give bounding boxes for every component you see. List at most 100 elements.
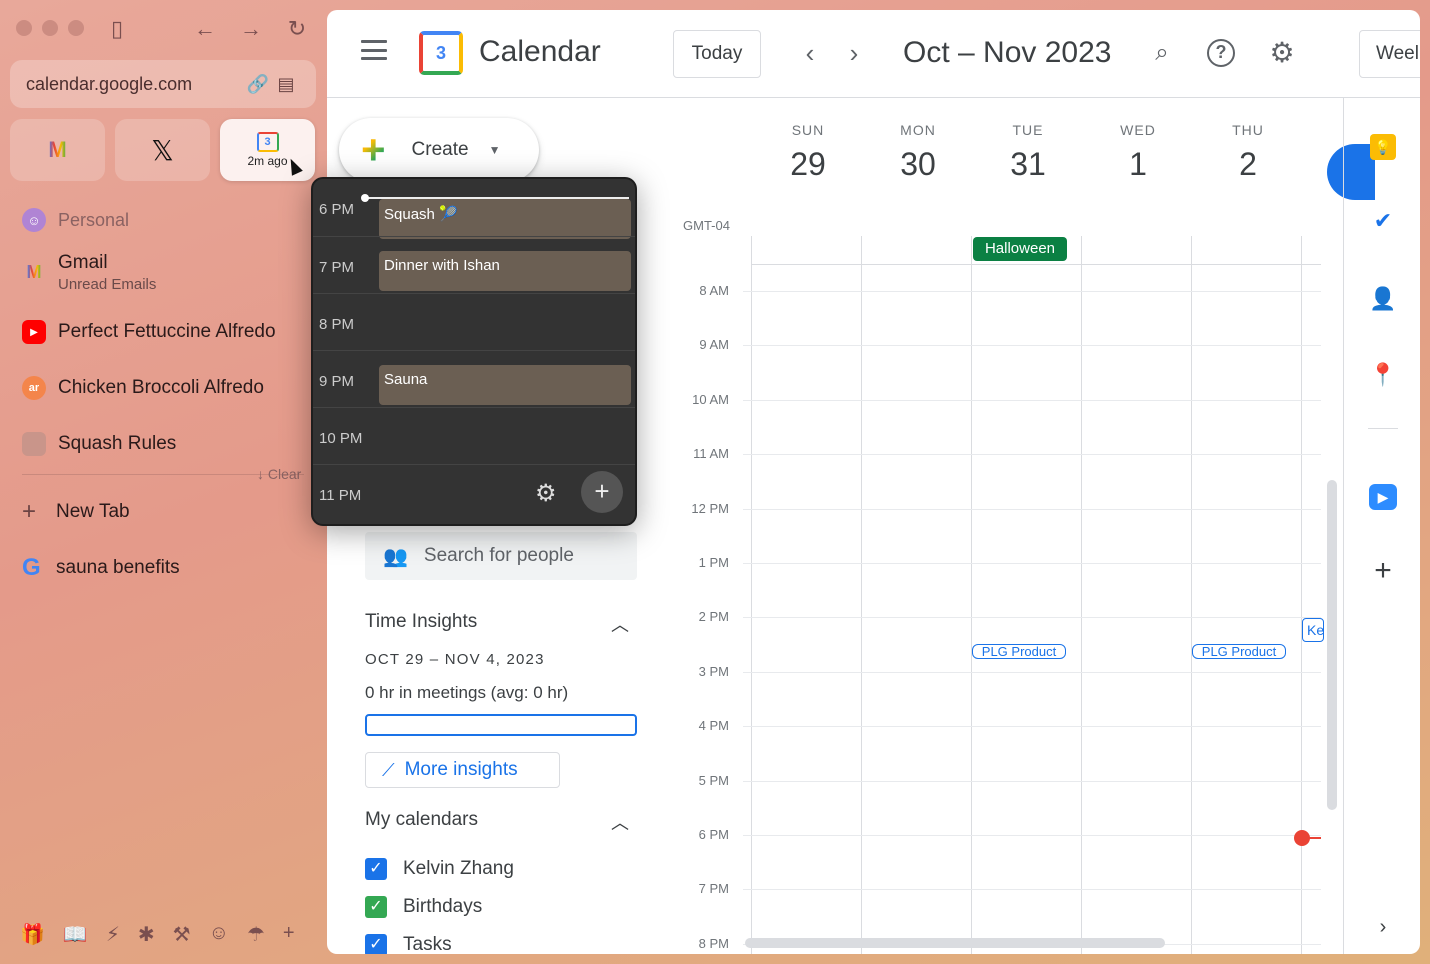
help-icon[interactable]: ? [1207, 39, 1235, 67]
vertical-scrollbar[interactable] [1327, 480, 1337, 810]
avatar-icon[interactable]: ☺ [209, 922, 229, 947]
week-grid[interactable] [743, 236, 1321, 954]
minimize-window-button[interactable] [42, 20, 58, 36]
previous-week-icon[interactable]: ‹ [795, 38, 825, 68]
hour-gridline [743, 617, 1321, 619]
popup-hour-row[interactable]: 8 PM [313, 293, 635, 350]
checkbox-checked[interactable]: ✓ [365, 934, 387, 954]
collapse-insights-icon[interactable]: ︿ [611, 611, 629, 637]
pinned-tab-calendar[interactable]: 3 2m ago [220, 119, 315, 181]
contacts-icon[interactable]: 👤 [1368, 284, 1398, 314]
tab-fettuccine[interactable]: ▶ Perfect Fettuccine Alfredo [0, 304, 327, 360]
tab-sauna-benefits[interactable]: G sauna benefits [22, 554, 180, 582]
url-text: calendar.google.com [26, 73, 193, 94]
pinned-tab-gmail[interactable]: M [10, 119, 105, 181]
gift-icon[interactable]: 🎁 [20, 922, 45, 947]
insights-range: OCT 29 – NOV 4, 2023 [365, 651, 545, 668]
day-header-mon[interactable]: MON 30 [863, 122, 973, 183]
collapse-calendars-icon[interactable]: ︿ [611, 809, 629, 835]
tab-title: Chicken Broccoli Alfredo [58, 377, 264, 398]
hour-label: 2 PM [698, 609, 729, 625]
share-icon[interactable]: ▤ [272, 74, 300, 95]
popup-settings-icon[interactable]: ⚙ [535, 479, 557, 508]
calendar-item-tasks[interactable]: ✓ Tasks [365, 934, 452, 954]
pinned-tab-x[interactable]: 𝕏 [115, 119, 210, 181]
popup-add-event-button[interactable]: + [581, 471, 623, 513]
popup-hour-row[interactable]: 10 PM [313, 407, 635, 464]
hour-label: 10 AM [692, 391, 729, 407]
tab-title: Perfect Fettuccine Alfredo [58, 321, 276, 342]
tab-gmail[interactable]: M Gmail Unread Emails [0, 240, 327, 304]
calendar-name: Kelvin Zhang [403, 858, 514, 879]
next-week-icon[interactable]: › [839, 38, 869, 68]
checkbox-checked[interactable]: ✓ [365, 896, 387, 918]
all-day-event-halloween[interactable]: Halloween [973, 237, 1067, 261]
section-personal[interactable]: ☺ Personal [0, 200, 327, 240]
hour-gridline [743, 399, 1321, 401]
search-people-input[interactable]: 👥 Search for people [365, 532, 637, 580]
side-divider [1368, 428, 1398, 429]
tab-chicken-broccoli[interactable]: ar Chicken Broccoli Alfredo [0, 360, 327, 416]
timezone-label: GMT-04 [683, 218, 730, 233]
hour-gridline [743, 780, 1321, 782]
day-header-sun[interactable]: SUN 29 [753, 122, 863, 183]
event-plg-product[interactable]: PLG Product [1192, 644, 1286, 659]
new-tab-button[interactable]: + New Tab [22, 498, 130, 526]
event-partial[interactable]: Ke [1302, 618, 1324, 642]
view-selector-button[interactable]: Weel [1359, 30, 1420, 78]
gmail-icon: M [48, 137, 67, 162]
day-header-tue[interactable]: TUE 31 [973, 122, 1083, 183]
settings-gear-icon[interactable]: ⚙ [1265, 36, 1299, 70]
tab-squash-rules[interactable]: Squash Rules [0, 416, 327, 472]
zoom-icon[interactable]: ▶ [1369, 484, 1397, 510]
checkbox-checked[interactable]: ✓ [365, 858, 387, 880]
search-icon[interactable]: ⌕ [1145, 36, 1179, 70]
reload-icon[interactable]: ↻ [282, 14, 312, 44]
popup-hour-row[interactable]: 7 PM Dinner with Ishan [313, 236, 635, 293]
x-logo-icon: 𝕏 [151, 134, 174, 166]
pinned-tabs: M 𝕏 3 2m ago [10, 119, 315, 181]
book-icon[interactable]: 📖 [63, 922, 88, 947]
popup-event[interactable]: Squash 🎾 [379, 199, 631, 239]
sidebar-bottom-bar: 🎁 📖 ⚡ ✱ ⚒ ☺ ☂ + [20, 922, 295, 947]
browser-sidebar: ▯ ← → ↻ calendar.google.com 🔗 ▤ M 𝕏 3 2m… [0, 0, 327, 964]
back-arrow-icon[interactable]: ← [190, 14, 220, 44]
day-header-wed[interactable]: WED 1 [1083, 122, 1193, 183]
popup-hour-label: 7 PM [319, 259, 355, 276]
popup-hour-row[interactable]: 6 PM Squash 🎾 [313, 179, 635, 239]
sidebar-toggle-icon[interactable]: ▯ [102, 14, 132, 44]
expand-panel-icon[interactable]: › [1368, 912, 1398, 942]
calendar-item-birthdays[interactable]: ✓ Birthdays [365, 896, 482, 918]
close-window-button[interactable] [16, 20, 32, 36]
umbrella-icon[interactable]: ☂ [247, 922, 265, 947]
day-header-thu[interactable]: THU 2 [1193, 122, 1303, 183]
main-menu-icon[interactable] [361, 40, 387, 60]
keep-icon[interactable]: 💡 [1370, 134, 1396, 160]
add-space-icon[interactable]: + [283, 922, 295, 947]
maps-icon[interactable]: 📍 [1368, 360, 1398, 390]
hour-gridline [743, 563, 1321, 564]
gmail-icon: M [26, 261, 42, 282]
link-icon[interactable]: 🔗 [244, 74, 272, 95]
forward-arrow-icon[interactable]: → [236, 14, 266, 44]
popup-event[interactable]: Sauna [379, 365, 631, 405]
calendar-logo-icon: 3 [419, 31, 463, 75]
popup-hour-row[interactable]: 9 PM Sauna [313, 350, 635, 407]
bolt-icon[interactable]: ⚡ [106, 922, 120, 947]
today-button[interactable]: Today [673, 30, 761, 78]
url-bar[interactable]: calendar.google.com 🔗 ▤ [10, 60, 316, 108]
add-addon-icon[interactable]: + [1368, 556, 1398, 586]
calendar-item-kelvin[interactable]: ✓ Kelvin Zhang [365, 858, 514, 880]
create-button[interactable]: + Create ▼ [339, 118, 539, 182]
event-plg-product[interactable]: PLG Product [972, 644, 1066, 659]
tasks-icon[interactable]: ✔ [1368, 206, 1398, 236]
horizontal-scrollbar[interactable] [745, 938, 1165, 948]
clear-tabs-button[interactable]: ↓ Clear [257, 466, 301, 482]
app-title: Calendar [479, 35, 601, 68]
more-insights-button[interactable]: ⟋ More insights [365, 752, 560, 788]
hour-label: 6 PM [698, 827, 729, 842]
popup-event[interactable]: Dinner with Ishan [379, 251, 631, 291]
asterisk-icon[interactable]: ✱ [138, 922, 155, 947]
zoom-window-button[interactable] [68, 20, 84, 36]
tools-icon[interactable]: ⚒ [173, 922, 191, 947]
